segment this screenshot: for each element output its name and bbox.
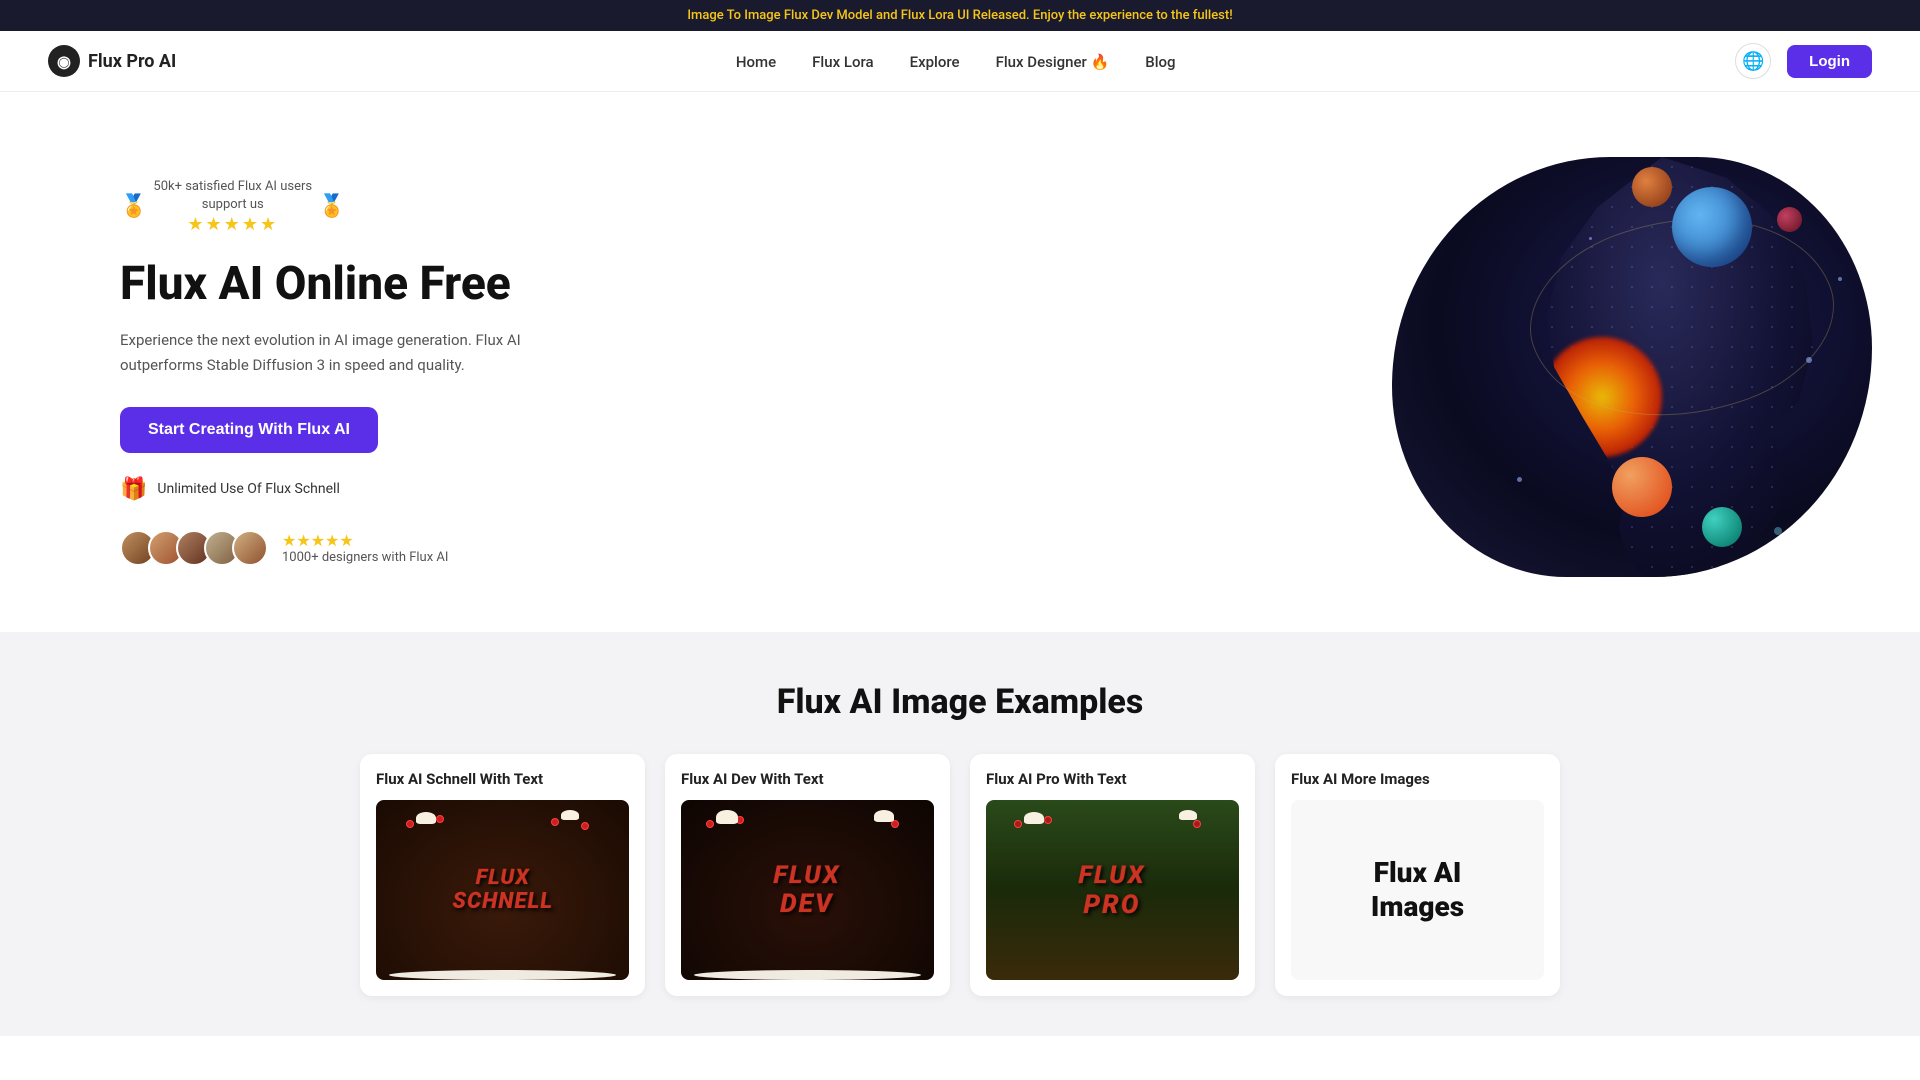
main-nav: ◉ Flux Pro AI Home Flux Lora Explore Flu… [0,31,1920,92]
hero-description: Experience the next evolution in AI imag… [120,328,540,379]
card-more-image[interactable]: Flux AI Images [1291,800,1544,980]
cake-pro-text: FLUX PRO [1078,861,1148,920]
scatter-dot-3 [1517,477,1522,482]
card-schnell: Flux AI Schnell With Text FLUX SCHNELL [360,754,645,996]
login-button[interactable]: Login [1787,45,1872,78]
hero-image [1352,157,1872,587]
card-more: Flux AI More Images Flux AI Images [1275,754,1560,996]
card-schnell-image[interactable]: FLUX SCHNELL [376,800,629,980]
scatter-dot-5 [1774,527,1782,535]
laurel-right-icon: 🏅 [318,194,345,219]
cake-schnell-text: FLUX SCHNELL [452,867,554,915]
cream-pro-2 [1179,810,1197,820]
examples-grid: Flux AI Schnell With Text FLUX SCHNELL [360,754,1560,996]
avatar-5 [232,530,268,566]
berry-pro-1 [1014,820,1022,828]
planet-2 [1632,167,1672,207]
sphere-orange [1612,457,1672,517]
laurel-left-icon: 🏅 [120,194,147,219]
card-more-title: Flux AI More Images [1291,770,1544,788]
hero-content: 🏅 50k+ satisfied Flux AI users support u… [120,178,540,566]
banner-text: Image To Image Flux Dev Model and Flux L… [687,8,1232,23]
scatter-dot-2 [1838,277,1842,281]
proof-stars: ★★★★★ [282,531,448,550]
avatars-group [120,530,268,566]
cream-1 [416,812,436,824]
examples-section: Flux AI Image Examples Flux AI Schnell W… [0,632,1920,1036]
proof-text: ★★★★★ 1000+ designers with Flux AI [282,531,448,565]
unlimited-text: Unlimited Use Of Flux Schnell [157,481,339,497]
nav-right: 🌐 Login [1735,43,1872,79]
badge-users-line1: 50k+ satisfied Flux AI users support us [153,178,312,214]
nav-explore[interactable]: Explore [910,53,960,71]
logo-text: Flux Pro AI [88,51,176,72]
badge-text: 50k+ satisfied Flux AI users support us … [153,178,312,235]
nav-links: Home Flux Lora Explore Flux Designer 🔥 B… [736,52,1176,71]
berry-4 [551,818,559,826]
berry-pro-3 [1193,820,1201,828]
card-pro-image[interactable]: FLUX PRO [986,800,1239,980]
berry-1 [406,820,414,828]
logo-icon: ◉ [48,45,80,77]
examples-title: Flux AI Image Examples [48,682,1872,722]
cta-button[interactable]: Start Creating With Flux AI [120,407,378,453]
sphere-teal [1702,507,1742,547]
nav-home[interactable]: Home [736,53,776,71]
card-schnell-title: Flux AI Schnell With Text [376,770,629,788]
nav-flux-designer[interactable]: Flux Designer 🔥 [996,53,1110,71]
scatter-dot-1 [1806,357,1812,363]
hero-title: Flux AI Online Free [120,259,540,310]
cake-dev-text: FLUX DEV [773,863,843,919]
cream-pro-1 [1024,812,1044,824]
berry-dev-1 [706,820,714,828]
cosmic-background [1392,157,1872,577]
cream-dev-2 [874,810,894,822]
plate-dev [694,970,922,980]
planet-3 [1777,207,1802,232]
badge-stars: ★★★★★ [153,214,312,235]
gift-icon: 🎁 [120,477,147,502]
language-button[interactable]: 🌐 [1735,43,1771,79]
card-dev: Flux AI Dev With Text FLUX DEV [665,754,950,996]
berry-2 [436,815,444,823]
cream-2 [561,810,579,820]
cream-dev-1 [716,810,738,824]
hero-section: 🏅 50k+ satisfied Flux AI users support u… [0,92,1920,632]
unlimited-row: 🎁 Unlimited Use Of Flux Schnell [120,477,540,502]
plate-schnell [389,970,617,980]
card-pro: Flux AI Pro With Text FLUX PRO [970,754,1255,996]
announcement-banner: Image To Image Flux Dev Model and Flux L… [0,0,1920,31]
planet-1 [1672,187,1752,267]
more-images-text: Flux AI Images [1371,856,1464,923]
berry-pro-2 [1044,816,1052,824]
logo-link[interactable]: ◉ Flux Pro AI [48,45,176,77]
scatter-dot-4 [1589,237,1592,240]
proof-count: 1000+ designers with Flux AI [282,550,448,565]
berry-3 [581,822,589,830]
card-dev-image[interactable]: FLUX DEV [681,800,934,980]
card-pro-title: Flux AI Pro With Text [986,770,1239,788]
social-proof: ★★★★★ 1000+ designers with Flux AI [120,530,540,566]
card-dev-title: Flux AI Dev With Text [681,770,934,788]
nav-flux-lora[interactable]: Flux Lora [812,53,873,71]
hero-badge: 🏅 50k+ satisfied Flux AI users support u… [120,178,540,235]
nav-blog[interactable]: Blog [1145,53,1175,71]
